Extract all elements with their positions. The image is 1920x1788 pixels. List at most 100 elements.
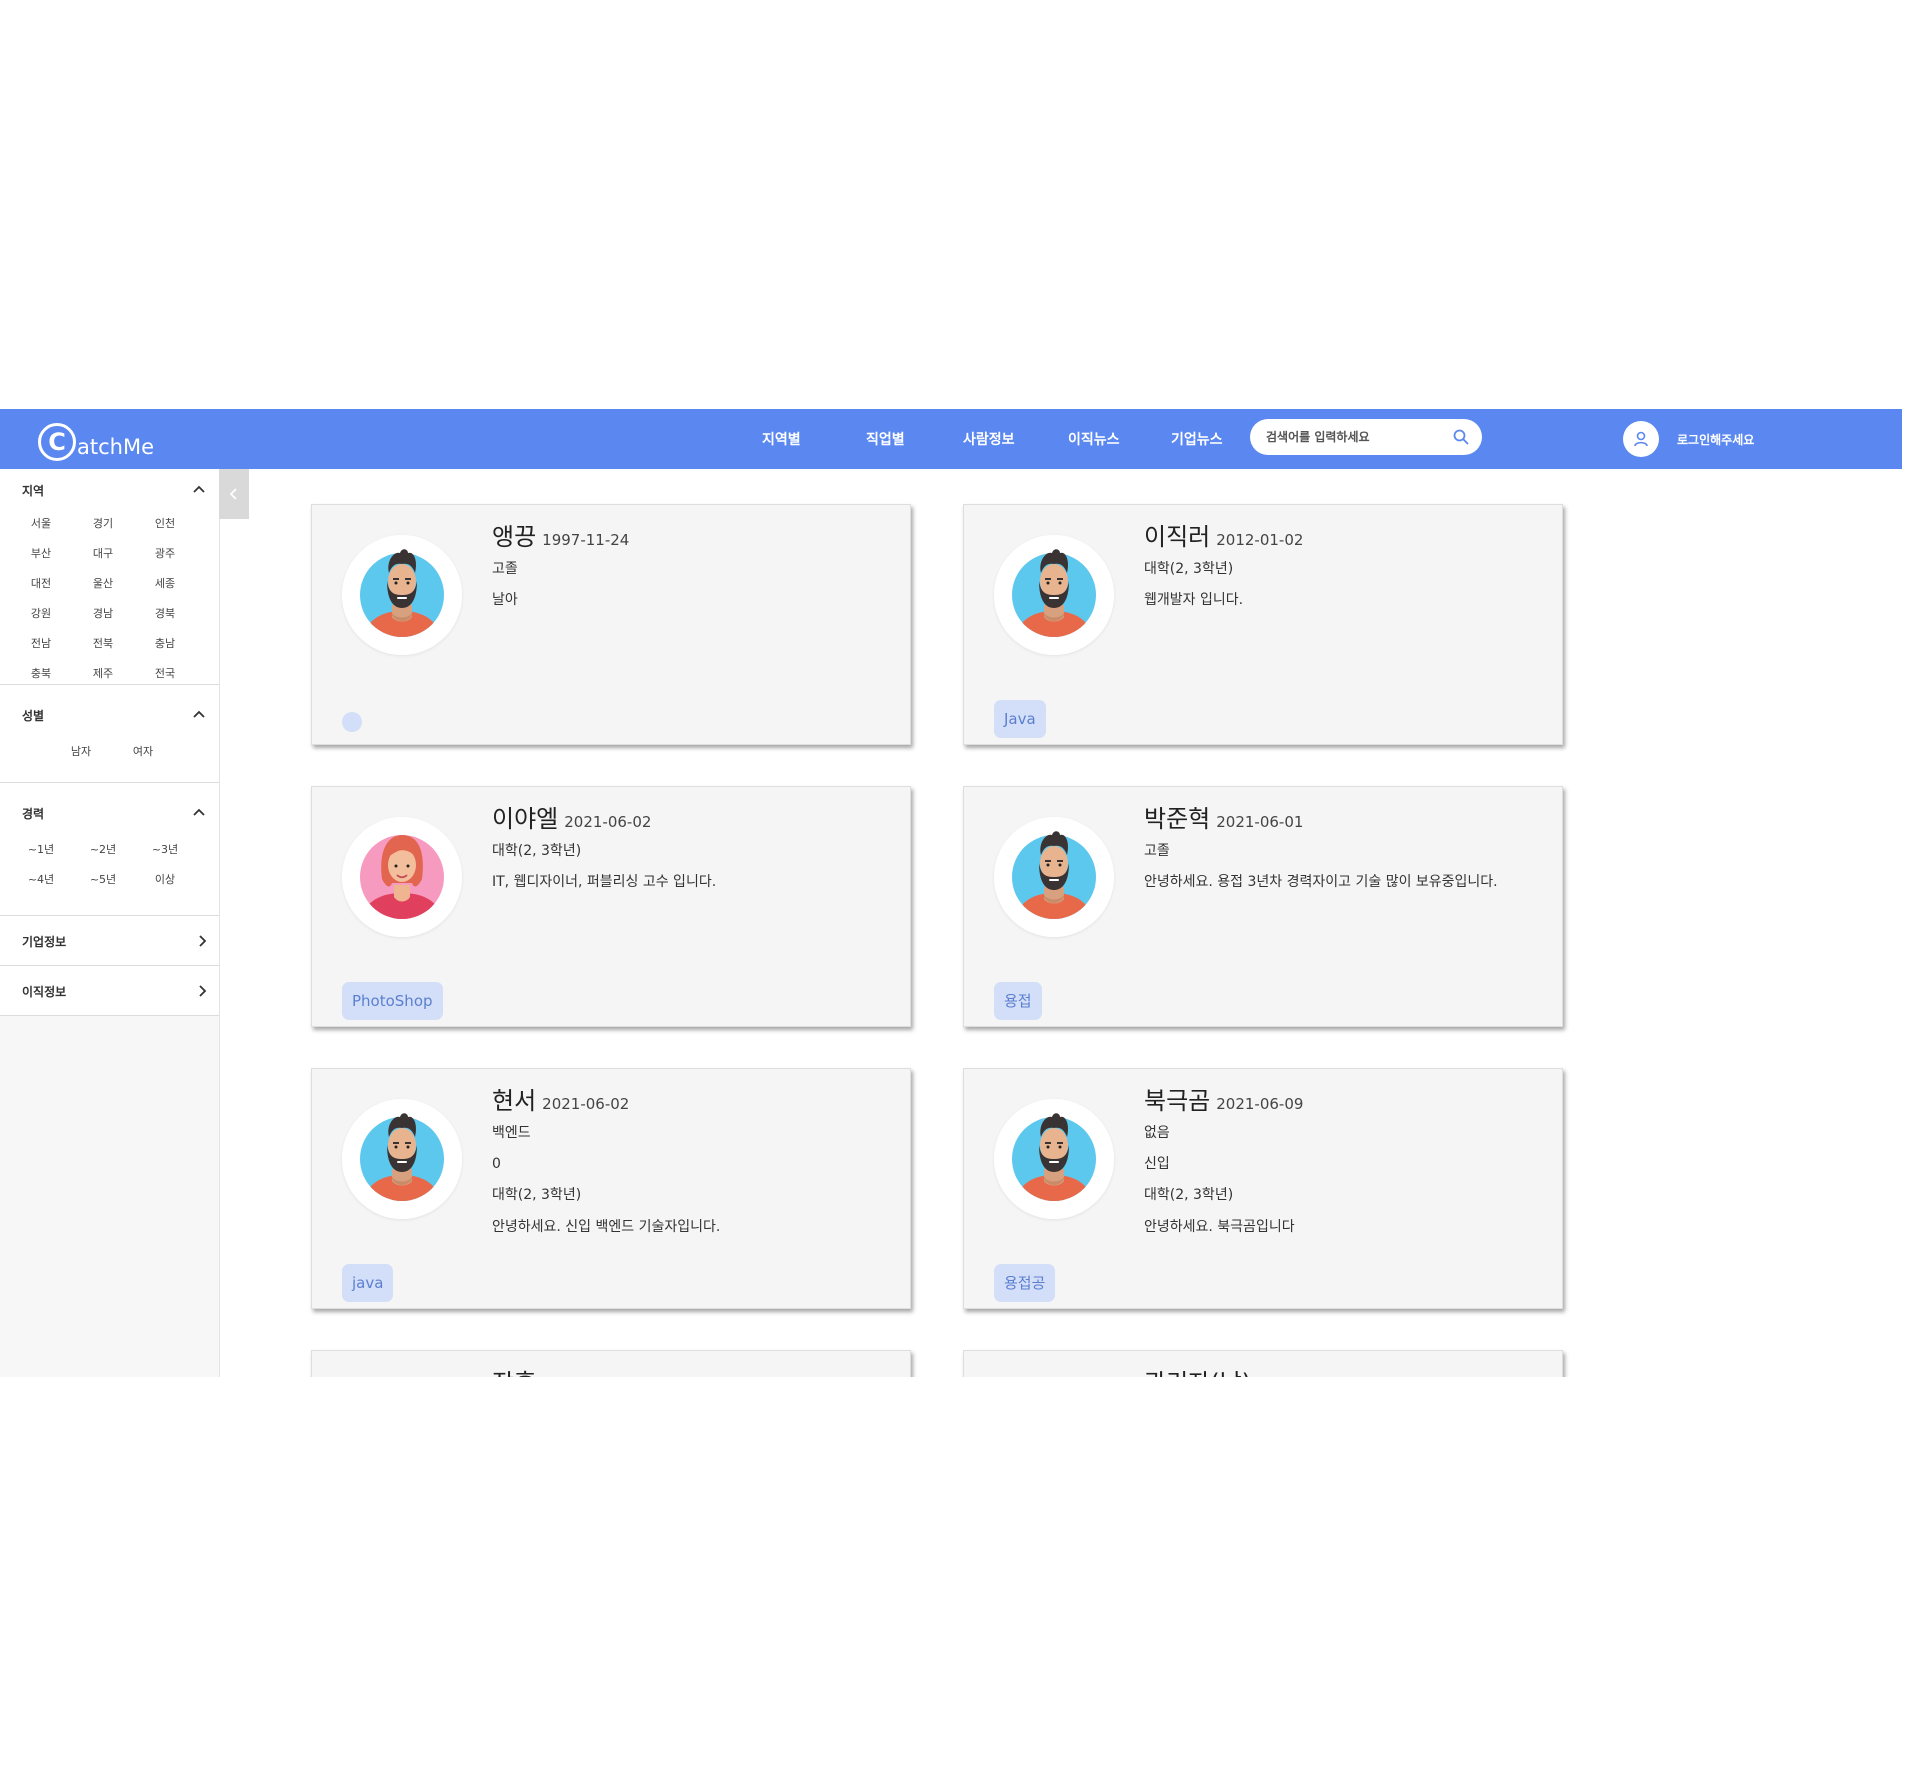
profile-info: 현서 2021-06-02 백엔드 0 대학(2, 3학년) 안녕하세요. 신입 백엔드 … (492, 1081, 892, 1236)
profile-name: 북극곰 (1144, 1087, 1211, 1115)
avatar (994, 1099, 1114, 1219)
profile-heading: 북극곰 2021-06-09 (1144, 1081, 1544, 1115)
avatar (342, 535, 462, 655)
profile-detail-line: 날아 (492, 592, 518, 609)
chevron-up-icon[interactable] (192, 708, 206, 722)
profile-card[interactable]: 장훈2021-06-17 (311, 1350, 911, 1377)
region-option-7[interactable]: 울산 (72, 569, 134, 599)
profile-heading: 이야엘 2021-06-02 (492, 799, 892, 833)
profile-date: 2021-06-02 (564, 813, 652, 831)
profile-card[interactable]: 북극곰 2021-06-09 없음 신입 대학(2, 3학년) 안녕하세요. 북극곰입니다… (963, 1068, 1563, 1309)
profile-heading: 박준혁 2021-06-01 (1144, 799, 1544, 833)
profile-name: 장훈 (492, 1363, 536, 1377)
region-options: 서울 경기 인천 부산 대구 광주 대전 울산 세종 강원 경남 경북 전남 전북 충남 충북 제주 전국 (0, 509, 219, 689)
profile-info: 관리자(남)2021-04-08 (1144, 1363, 1544, 1377)
region-option-5[interactable]: 광주 (134, 539, 196, 569)
region-option-3[interactable]: 부산 (10, 539, 72, 569)
profile-card[interactable]: 박준혁 2021-06-01 고졸 안녕하세요. 용접 3년차 경력자이고 기술 많이… (963, 786, 1563, 1027)
profile-card[interactable]: 현서 2021-06-02 백엔드 0 대학(2, 3학년) 안녕하세요. 신입 백엔드 … (311, 1068, 911, 1309)
region-option-13[interactable]: 전북 (72, 629, 134, 659)
top-navbar: C atchMe 지역별 직업별 사람정보 이직뉴스 기업뉴스 로그인해주세요 (0, 409, 1902, 469)
profile-detail-line: 대학(2, 3학년) (492, 1187, 582, 1204)
filter-sidebar: 지역 서울 경기 인천 부산 대구 광주 대전 울산 세종 강원 경남 경북 전남 전북 충남 충북 제주 전국 … (0, 469, 220, 1377)
chevron-right-icon (199, 985, 207, 997)
avatar (994, 535, 1114, 655)
nav-job[interactable]: 직업별 (866, 429, 905, 449)
profile-name: 관리자(남) (1144, 1363, 1251, 1377)
profile-name: 박준혁 (1144, 805, 1211, 833)
region-filter-header[interactable]: 지역 (0, 469, 219, 509)
male-avatar-illustration (342, 1099, 462, 1219)
region-option-0[interactable]: 서울 (10, 509, 72, 539)
profile-info: 이직러 2012-01-02 대학(2, 3학년) 웹개발자 입니다. (1144, 517, 1544, 609)
skill-tag[interactable]: 용접 (994, 982, 1042, 1020)
career-option-1[interactable]: ~2년 (72, 835, 134, 865)
profile-date: 2021-06-02 (542, 1095, 630, 1113)
gender-option-male[interactable]: 남자 (50, 737, 112, 767)
career-option-4[interactable]: ~5년 (72, 865, 134, 895)
skill-tag[interactable]: 용접공 (994, 1264, 1056, 1302)
logo-text: atchMe (77, 435, 154, 459)
profile-detail-line: 웹개발자 입니다. (1144, 592, 1244, 609)
sidebar-link-career-info[interactable]: 이직정보 (0, 966, 219, 1016)
profile-card[interactable]: 이야엘 2021-06-02 대학(2, 3학년) IT, 웹디자이너, 퍼블리싱 고… (311, 786, 911, 1027)
search-box (1250, 419, 1482, 455)
user-icon[interactable] (1623, 421, 1659, 457)
profile-info: 박준혁 2021-06-01 고졸 안녕하세요. 용접 3년차 경력자이고 기술 많이… (1144, 799, 1544, 891)
career-filter-header[interactable]: 경력 (0, 783, 219, 835)
sidebar-link-company-info[interactable]: 기업정보 (0, 916, 219, 966)
gender-option-female[interactable]: 여자 (112, 737, 174, 767)
app-window: C atchMe 지역별 직업별 사람정보 이직뉴스 기업뉴스 로그인해주세요 … (0, 409, 1902, 1377)
female-avatar-illustration (342, 817, 462, 937)
skill-tag[interactable]: java (342, 1264, 394, 1302)
region-option-12[interactable]: 전남 (10, 629, 72, 659)
chevron-right-icon (199, 935, 207, 947)
sidebar-link-label: 이직정보 (22, 985, 67, 999)
profile-detail-line: 고졸 (492, 561, 518, 577)
chevron-up-icon[interactable] (192, 483, 206, 497)
career-options: ~1년 ~2년 ~3년 ~4년 ~5년 이상 (0, 835, 219, 895)
region-option-6[interactable]: 대전 (10, 569, 72, 599)
profile-card[interactable]: 관리자(남)2021-04-08 (963, 1350, 1563, 1377)
login-link[interactable]: 로그인해주세요 (1677, 431, 1754, 448)
profile-heading: 관리자(남)2021-04-08 (1144, 1363, 1544, 1377)
skill-tag[interactable]: PhotoShop (342, 982, 443, 1020)
profile-detail-line: 신입 (1144, 1156, 1170, 1173)
search-icon[interactable] (1450, 426, 1472, 448)
career-option-0[interactable]: ~1년 (10, 835, 72, 865)
profile-card[interactable]: 앵끙 1997-11-24 고졸날아 (311, 504, 911, 745)
gender-options: 남자 여자 (0, 737, 219, 777)
region-option-14[interactable]: 충남 (134, 629, 196, 659)
profile-detail-line: 대학(2, 3학년) (1144, 1187, 1234, 1204)
profile-detail-line: IT, 웹디자이너, 퍼블리싱 고수 입니다. (492, 874, 717, 891)
catchme-logo[interactable]: C atchMe (38, 419, 154, 461)
profile-card[interactable]: 이직러 2012-01-02 대학(2, 3학년) 웹개발자 입니다. Java (963, 504, 1563, 745)
nav-region[interactable]: 지역별 (762, 429, 801, 449)
region-option-11[interactable]: 경북 (134, 599, 196, 629)
chevron-left-icon (229, 488, 237, 500)
nav-people[interactable]: 사람정보 (963, 429, 1015, 449)
career-option-5[interactable]: 이상 (134, 865, 196, 895)
nav-career-news[interactable]: 이직뉴스 (1068, 429, 1120, 449)
nav-company-news[interactable]: 기업뉴스 (1171, 429, 1223, 449)
region-option-1[interactable]: 경기 (72, 509, 134, 539)
region-option-10[interactable]: 경남 (72, 599, 134, 629)
sidebar-collapse-button[interactable] (219, 469, 249, 519)
search-input[interactable] (1264, 429, 1448, 445)
career-option-2[interactable]: ~3년 (134, 835, 196, 865)
profile-heading: 장훈2021-06-17 (492, 1363, 892, 1377)
chevron-up-icon[interactable] (192, 806, 206, 820)
profile-detail-line: 대학(2, 3학년) (1144, 561, 1234, 577)
region-option-8[interactable]: 세종 (134, 569, 196, 599)
profile-heading: 앵끙 1997-11-24 (492, 517, 892, 551)
gender-filter-header[interactable]: 성별 (0, 685, 219, 737)
career-filter-title: 경력 (22, 807, 45, 821)
region-option-9[interactable]: 강원 (10, 599, 72, 629)
logo-initial: C (38, 423, 76, 461)
region-option-4[interactable]: 대구 (72, 539, 134, 569)
profile-detail-line: 안녕하세요. 신입 백엔드 기술자입니다. (492, 1218, 721, 1235)
profile-date: 2012-01-02 (1216, 531, 1304, 549)
region-option-2[interactable]: 인천 (134, 509, 196, 539)
career-option-3[interactable]: ~4년 (10, 865, 72, 895)
skill-tag[interactable]: Java (994, 700, 1046, 738)
